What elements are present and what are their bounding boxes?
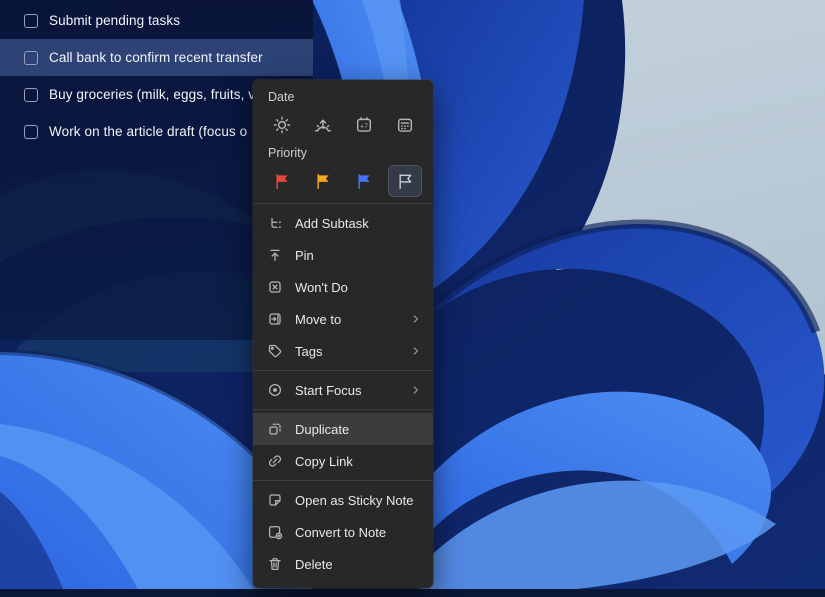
- start-focus-icon: [267, 382, 283, 398]
- menu-item-start-focus[interactable]: Start Focus: [253, 374, 433, 406]
- copy-link-icon: [267, 453, 283, 469]
- menu-item-convert-to-note[interactable]: Convert to Note: [253, 516, 433, 548]
- menu-item-label: Duplicate: [295, 422, 423, 437]
- date-section-label: Date: [253, 88, 433, 106]
- menu-item-label: Won't Do: [295, 280, 423, 295]
- menu-separator: [253, 409, 433, 410]
- date-option-next-week[interactable]: +7: [348, 110, 380, 140]
- menu-separator: [253, 480, 433, 481]
- chevron-right-icon: [409, 344, 423, 358]
- menu-item-label: Copy Link: [295, 454, 423, 469]
- priority-option-none[interactable]: [389, 166, 421, 196]
- menu-item-delete[interactable]: Delete: [253, 548, 433, 580]
- priority-option-high[interactable]: [266, 166, 298, 196]
- menu-separator: [253, 370, 433, 371]
- svg-text:+7: +7: [360, 123, 368, 130]
- chevron-right-icon: [409, 383, 423, 397]
- sticky-note-icon: [267, 492, 283, 508]
- menu-item-tags[interactable]: Tags: [253, 335, 433, 367]
- priority-section-label: Priority: [253, 144, 433, 162]
- task-label: Work on the article draft (focus o: [49, 124, 247, 139]
- chevron-right-icon: [409, 312, 423, 326]
- add-subtask-icon: [267, 215, 283, 231]
- sun-icon: [273, 116, 291, 134]
- task-checkbox[interactable]: [24, 51, 38, 65]
- menu-item-add-subtask[interactable]: Add Subtask: [253, 207, 433, 239]
- date-option-pick-date[interactable]: [389, 110, 421, 140]
- wont-do-icon: [267, 279, 283, 295]
- menu-separator: [253, 203, 433, 204]
- menu-item-open-as-sticky-note[interactable]: Open as Sticky Note: [253, 484, 433, 516]
- menu-item-label: Add Subtask: [295, 216, 423, 231]
- priority-option-medium[interactable]: [307, 166, 339, 196]
- menu-item-label: Start Focus: [295, 383, 397, 398]
- task-checkbox[interactable]: [24, 14, 38, 28]
- convert-to-note-icon: [267, 524, 283, 540]
- priority-options-row: [253, 162, 433, 200]
- flag-medium-icon: [315, 173, 332, 190]
- date-options-row: +7: [253, 106, 433, 144]
- menu-item-label: Move to: [295, 312, 397, 327]
- move-to-icon: [267, 311, 283, 327]
- delete-icon: [267, 556, 283, 572]
- flag-none-icon: [397, 173, 414, 190]
- menu-item-label: Pin: [295, 248, 423, 263]
- sunrise-icon: [314, 116, 332, 134]
- pin-icon: [267, 247, 283, 263]
- flag-low-icon: [356, 173, 373, 190]
- menu-item-label: Open as Sticky Note: [295, 493, 423, 508]
- calendar-plus7-icon: +7: [355, 116, 373, 134]
- screenshot-root: Submit pending tasks Call bank to confir…: [0, 0, 825, 597]
- priority-option-low[interactable]: [348, 166, 380, 196]
- task-row[interactable]: Call bank to confirm recent transfer: [0, 39, 313, 76]
- tags-icon: [267, 343, 283, 359]
- duplicate-icon: [267, 421, 283, 437]
- menu-item-copy-link[interactable]: Copy Link: [253, 445, 433, 477]
- date-option-tomorrow[interactable]: [307, 110, 339, 140]
- menu-item-label: Tags: [295, 344, 397, 359]
- menu-item-duplicate[interactable]: Duplicate: [253, 413, 433, 445]
- task-label: Buy groceries (milk, eggs, fruits, v: [49, 87, 255, 102]
- flag-high-icon: [274, 173, 291, 190]
- task-checkbox[interactable]: [24, 125, 38, 139]
- menu-item-pin[interactable]: Pin: [253, 239, 433, 271]
- task-context-menu: Date: [253, 80, 433, 588]
- date-option-today[interactable]: [266, 110, 298, 140]
- menu-item-label: Convert to Note: [295, 525, 423, 540]
- task-checkbox[interactable]: [24, 88, 38, 102]
- menu-item-move-to[interactable]: Move to: [253, 303, 433, 335]
- menu-item-wont-do[interactable]: Won't Do: [253, 271, 433, 303]
- calendar-grid-icon: [396, 116, 414, 134]
- task-label: Submit pending tasks: [49, 13, 180, 28]
- task-row[interactable]: Submit pending tasks: [0, 2, 313, 39]
- menu-item-label: Delete: [295, 557, 423, 572]
- task-label: Call bank to confirm recent transfer: [49, 50, 263, 65]
